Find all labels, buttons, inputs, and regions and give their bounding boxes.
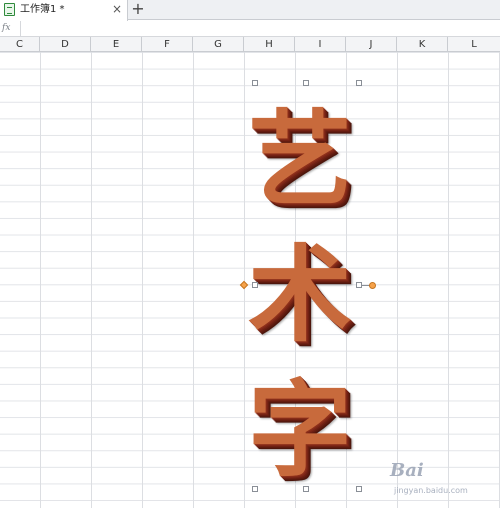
wordart-char-3: 字 xyxy=(247,369,352,491)
resize-handle-top[interactable] xyxy=(303,80,309,86)
wordart-char-1: 艺 xyxy=(247,99,352,221)
watermark-logo: Bai xyxy=(390,460,424,481)
new-tab-button[interactable]: + xyxy=(130,1,146,17)
resize-handle-top-left[interactable] xyxy=(252,80,258,86)
column-header-i[interactable]: I xyxy=(295,37,346,52)
workbook-tab[interactable]: 工作簿1 * × xyxy=(0,0,128,21)
resize-handle-bottom-right[interactable] xyxy=(356,486,362,492)
column-header-g[interactable]: G xyxy=(193,37,244,52)
fx-icon[interactable]: fx xyxy=(2,22,10,35)
column-header-l[interactable]: L xyxy=(448,37,500,52)
column-header-d[interactable]: D xyxy=(40,37,91,52)
wordart-char-2: 术 xyxy=(247,234,352,356)
resize-handle-bottom-left[interactable] xyxy=(252,486,258,492)
watermark: Bai jingyan.baidu.com xyxy=(390,460,496,504)
column-header-c[interactable]: C xyxy=(0,37,40,52)
column-header-j[interactable]: J xyxy=(346,37,397,52)
resize-handle-top-right[interactable] xyxy=(356,80,362,86)
wordart-textbox[interactable]: 艺 术 字 xyxy=(243,100,358,492)
resize-handle-bottom[interactable] xyxy=(303,486,309,492)
spreadsheet-icon xyxy=(4,3,15,16)
formula-bar: fx xyxy=(0,21,500,37)
column-header-h[interactable]: H xyxy=(244,37,295,52)
formula-divider xyxy=(20,21,21,37)
tab-strip: 工作簿1 * × + xyxy=(0,0,500,21)
close-icon[interactable]: × xyxy=(112,2,122,16)
column-header-f[interactable]: F xyxy=(142,37,193,52)
column-header-e[interactable]: E xyxy=(91,37,142,52)
watermark-text: jingyan.baidu.com xyxy=(394,486,468,495)
column-header-k[interactable]: K xyxy=(397,37,448,52)
column-header-row: C D E F G H I J K L xyxy=(0,37,500,52)
workbook-tab-label: 工作簿1 * xyxy=(20,4,65,15)
resize-handle-left[interactable] xyxy=(252,282,258,288)
rotate-handle[interactable] xyxy=(369,282,376,289)
